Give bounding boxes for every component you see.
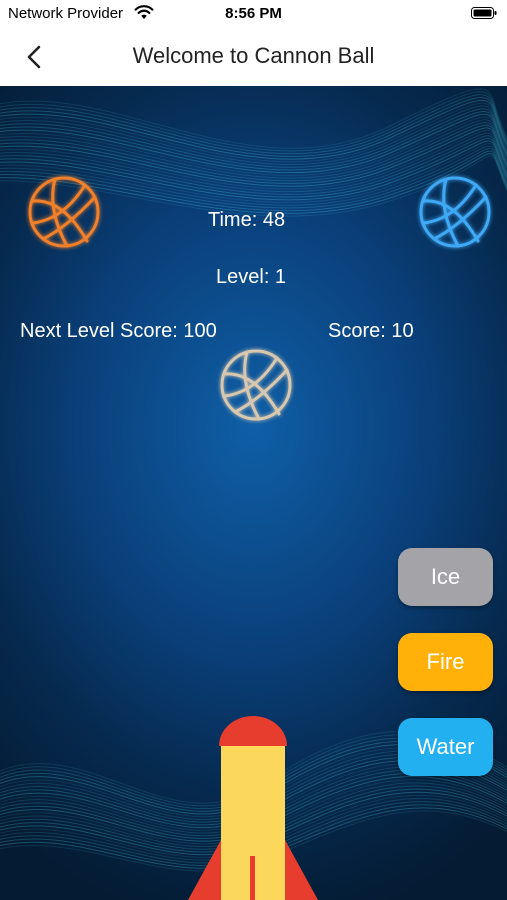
- next-level-score-label: Next Level Score: 100: [20, 320, 217, 342]
- blue-ball-icon[interactable]: [418, 175, 492, 249]
- orange-ball-icon[interactable]: [27, 175, 101, 249]
- navigation-bar: Welcome to Cannon Ball: [0, 30, 507, 87]
- status-time: 8:56 PM: [225, 5, 282, 22]
- battery-icon: [471, 7, 497, 19]
- ice-button[interactable]: Ice: [398, 548, 493, 606]
- beige-ball-icon[interactable]: [219, 348, 293, 422]
- water-button[interactable]: Water: [398, 718, 493, 776]
- level-label: Level: 1: [216, 266, 287, 288]
- page-title: Welcome to Cannon Ball: [132, 43, 375, 68]
- time-label: Time: 48: [208, 209, 286, 231]
- status-bar: Network Provider 8:56 PM: [0, 0, 507, 30]
- score-label: Score: 10: [328, 320, 414, 342]
- game-canvas[interactable]: Time: 48 Level: 1 Next Level Score: 100 …: [0, 86, 507, 900]
- fire-button[interactable]: Fire: [398, 633, 493, 691]
- rocket-cannon-icon[interactable]: [188, 716, 318, 900]
